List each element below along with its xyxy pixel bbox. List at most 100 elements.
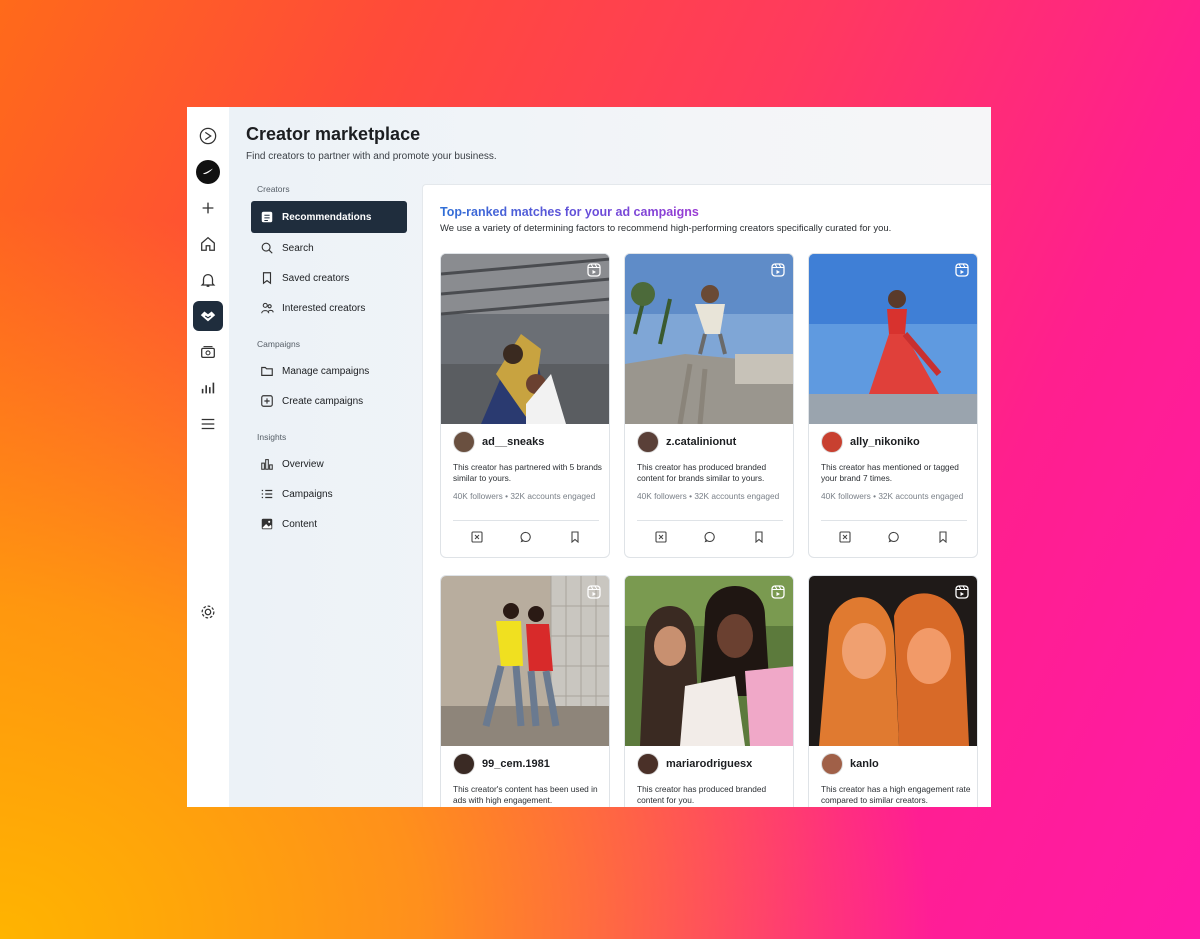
partnership-ad-icon[interactable] (838, 530, 852, 544)
creator-user: z.catalinionut (637, 431, 736, 453)
add-box-icon (259, 394, 274, 409)
message-icon[interactable] (519, 530, 533, 544)
creator-card[interactable]: ally_nikoniko This creator has mentioned… (808, 253, 978, 558)
creator-description: This creator has mentioned or tagged you… (821, 462, 959, 483)
creator-card[interactable]: ad__sneaks This creator has partnered wi… (440, 253, 610, 558)
nav-label: Recommendations (282, 211, 372, 223)
creator-username[interactable]: ally_nikoniko (850, 436, 920, 448)
recommendations-panel: Top-ranked matches for your ad campaigns… (422, 184, 991, 807)
reels-icon (955, 585, 969, 599)
partnership-ad-icon[interactable] (654, 530, 668, 544)
save-icon[interactable] (568, 530, 582, 544)
people-icon (259, 301, 274, 316)
menu-icon[interactable] (193, 409, 223, 439)
money-icon[interactable] (193, 337, 223, 367)
creator-username[interactable]: 99_cem.1981 (482, 758, 550, 770)
avatar (453, 753, 475, 775)
image-icon (259, 517, 274, 532)
page-title: Creator marketplace (246, 124, 421, 144)
avatar (821, 431, 843, 453)
creator-card[interactable]: kanlo This creator has a high engagement… (808, 575, 978, 807)
nav-label: Campaigns (282, 488, 333, 500)
reels-icon (771, 585, 785, 599)
message-icon[interactable] (703, 530, 717, 544)
settings-icon[interactable] (193, 597, 223, 627)
page-subtitle: Find creators to partner with and promot… (246, 151, 497, 162)
bar-chart-icon (259, 457, 274, 472)
creator-stats: 40K followers • 32K accounts engaged (637, 491, 780, 501)
avatar (453, 431, 475, 453)
creator-username[interactable]: z.catalinionut (666, 436, 736, 448)
nav-item-saved-creators[interactable]: Saved creators (251, 263, 407, 293)
creator-user: 99_cem.1981 (453, 753, 550, 775)
nav-item-manage-campaigns[interactable]: Manage campaigns (251, 356, 407, 386)
nav-label: Overview (282, 458, 324, 470)
creator-description: This creator has partnered with 5 brands… (453, 462, 602, 483)
bookmark-icon (259, 271, 274, 286)
save-icon[interactable] (936, 530, 950, 544)
save-icon[interactable] (752, 530, 766, 544)
card-actions (637, 530, 783, 544)
reels-icon (587, 585, 601, 599)
partnership-ad-icon[interactable] (470, 530, 484, 544)
creator-description: This creator's content has been used in … (453, 784, 598, 805)
creator-photo (809, 576, 977, 746)
creator-description: This creator has produced branded conten… (637, 462, 767, 483)
app-window: Creator marketplace Find creators to par… (187, 107, 991, 807)
creator-user: ad__sneaks (453, 431, 544, 453)
panel-subtitle: We use a variety of determining factors … (440, 223, 892, 234)
creator-card[interactable]: 99_cem.1981 This creator's content has b… (440, 575, 610, 807)
plus-icon[interactable] (193, 193, 223, 223)
creators-section-label: Creators (257, 184, 290, 194)
creator-photo (809, 254, 977, 424)
card-actions (453, 530, 599, 544)
creator-description: This creator has produced branded conten… (637, 784, 767, 805)
creator-photo (441, 576, 609, 746)
icon-rail (187, 107, 229, 807)
bell-icon[interactable] (193, 265, 223, 295)
nav-label: Content (282, 518, 318, 530)
nav-item-overview[interactable]: Overview (251, 449, 407, 479)
list-icon (259, 487, 274, 502)
creator-card[interactable]: mariarodriguesx This creator has produce… (624, 575, 794, 807)
main-area: Creator marketplace Find creators to par… (229, 107, 991, 807)
handshake-icon[interactable] (193, 301, 223, 331)
sub-navigation: Creators Recommendations Search Saved cr… (251, 184, 407, 539)
avatar (637, 753, 659, 775)
nav-item-create-campaigns[interactable]: Create campaigns (251, 386, 407, 416)
home-icon[interactable] (193, 229, 223, 259)
creator-user: ally_nikoniko (821, 431, 920, 453)
brand-logo[interactable] (193, 157, 223, 187)
nav-label: Saved creators (282, 272, 350, 284)
reels-icon (771, 263, 785, 277)
creator-user: kanlo (821, 753, 879, 775)
search-icon (259, 241, 274, 256)
message-icon[interactable] (887, 530, 901, 544)
creator-username[interactable]: kanlo (850, 758, 879, 770)
card-divider (637, 520, 783, 521)
insights-section-label: Insights (257, 432, 287, 442)
campaigns-section-label: Campaigns (257, 339, 300, 349)
page-header: Creator marketplace Find creators to par… (246, 124, 497, 162)
meta-icon[interactable] (193, 121, 223, 151)
creator-card[interactable]: z.catalinionut This creator has produced… (624, 253, 794, 558)
nav-item-content[interactable]: Content (251, 509, 407, 539)
creator-username[interactable]: ad__sneaks (482, 436, 544, 448)
reels-icon (587, 263, 601, 277)
nav-item-campaigns[interactable]: Campaigns (251, 479, 407, 509)
creator-photo (625, 254, 793, 424)
nav-label: Manage campaigns (282, 365, 370, 377)
chart-icon[interactable] (193, 373, 223, 403)
panel-title: Top-ranked matches for your ad campaigns (440, 205, 699, 219)
card-divider (821, 520, 967, 521)
nav-item-recommendations[interactable]: Recommendations (251, 201, 407, 233)
creator-description: This creator has a high engagement rate … (821, 784, 971, 805)
nav-label: Create campaigns (282, 395, 364, 407)
creator-stats: 40K followers • 32K accounts engaged (821, 491, 964, 501)
folder-icon (259, 364, 274, 379)
creator-username[interactable]: mariarodriguesx (666, 758, 752, 770)
reels-icon (955, 263, 969, 277)
nav-item-search[interactable]: Search (251, 233, 407, 263)
card-divider (453, 520, 599, 521)
nav-item-interested-creators[interactable]: Interested creators (251, 293, 407, 323)
